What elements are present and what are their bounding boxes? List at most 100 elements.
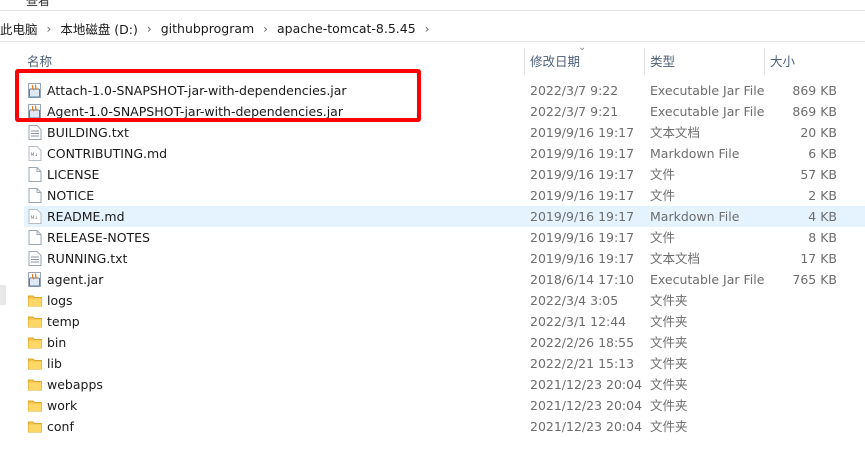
file-modified-date: 2019/9/16 19:17	[530, 209, 635, 224]
breadcrumb-current-folder[interactable]: apache-tomcat-8.5.45	[274, 21, 419, 36]
file-name: logs	[47, 293, 73, 308]
column-header-name[interactable]: 名称	[27, 45, 52, 75]
svg-text:M↓: M↓	[31, 215, 39, 221]
file-name: NOTICE	[47, 188, 95, 203]
file-row[interactable]: RUNNING.txt 2019/9/16 19:17 文本文档 17 KB	[24, 248, 865, 269]
file-type: 文件夹	[650, 314, 688, 329]
file-modified-date: 2019/9/16 19:17	[530, 146, 635, 161]
markdown-file-icon: M↓	[28, 209, 42, 224]
folder-icon	[28, 398, 42, 413]
file-type: 文件夹	[650, 293, 688, 308]
file-row[interactable]: RELEASE-NOTES 2019/9/16 19:17 文件 8 KB	[24, 227, 865, 248]
file-name: BUILDING.txt	[47, 125, 129, 140]
navigation-pane-scroll-edge[interactable]	[0, 285, 6, 305]
file-type: 文件夹	[650, 398, 688, 413]
file-type: Markdown File	[650, 146, 740, 161]
file-row[interactable]: agent.jar 2018/6/14 17:10 Executable Jar F…	[24, 269, 865, 290]
view-menu-tab[interactable]: 查看	[26, 0, 50, 9]
column-header-type[interactable]: 类型	[650, 45, 675, 75]
column-header-date[interactable]: 修改日期	[530, 45, 580, 75]
file-row[interactable]: M↓ README.md 2019/9/16 19:17 Markdown File 4…	[24, 206, 865, 227]
column-divider[interactable]	[764, 48, 765, 75]
file-type: 文件夹	[650, 356, 688, 371]
folder-icon	[28, 377, 42, 392]
file-modified-date: 2019/9/16 19:17	[530, 251, 635, 266]
chevron-right-icon[interactable]: ›	[41, 22, 58, 36]
file-name: CONTRIBUTING.md	[47, 146, 168, 161]
markdown-file-icon: M↓	[28, 146, 42, 161]
file-row[interactable]: conf 2021/12/23 20:04 文件夹	[24, 416, 865, 437]
file-type: 文本文档	[650, 125, 701, 140]
folder-icon	[28, 419, 42, 434]
file-row[interactable]: BUILDING.txt 2019/9/16 19:17 文本文档 20 KB	[24, 122, 865, 143]
file-size: 20 KB	[800, 125, 837, 140]
file-type: Executable Jar File	[650, 104, 765, 119]
file-row[interactable]: Attach-1.0-SNAPSHOT-jar-with-dependencie…	[24, 80, 865, 101]
file-row[interactable]: Agent-1.0-SNAPSHOT-jar-with-dependencies…	[24, 101, 865, 122]
file-type: 文件夹	[650, 419, 688, 434]
file-modified-date: 2022/3/4 3:05	[530, 293, 619, 308]
file-modified-date: 2022/3/1 12:44	[530, 314, 627, 329]
address-bar[interactable]: 此电脑 › 本地磁盘 (D:) › githubprogram › apache…	[0, 15, 865, 42]
text-file-icon	[28, 125, 42, 140]
file-type: 文件	[650, 188, 676, 203]
file-modified-date: 2019/9/16 19:17	[530, 125, 635, 140]
text-file-icon	[28, 251, 42, 266]
file-name: work	[47, 398, 78, 413]
file-name: webapps	[47, 377, 103, 392]
file-type: 文件	[650, 230, 676, 245]
file-name: Agent-1.0-SNAPSHOT-jar-with-dependencies…	[47, 104, 343, 119]
file-modified-date: 2022/3/7 9:22	[530, 83, 619, 98]
breadcrumb-folder[interactable]: githubprogram	[158, 21, 257, 36]
breadcrumb: 此电脑 › 本地磁盘 (D:) › githubprogram › apache…	[0, 19, 435, 38]
jar-icon	[28, 272, 42, 287]
file-row[interactable]: logs 2022/3/4 3:05 文件夹	[24, 290, 865, 311]
folder-icon	[28, 356, 42, 371]
file-name: bin	[47, 335, 67, 350]
file-type: Executable Jar File	[650, 272, 765, 287]
file-name: agent.jar	[47, 272, 104, 287]
file-row[interactable]: bin 2022/2/26 18:55 文件夹	[24, 332, 865, 353]
column-divider[interactable]	[524, 48, 525, 75]
file-name: conf	[47, 419, 74, 434]
column-divider[interactable]	[644, 48, 645, 75]
svg-text:M↓: M↓	[31, 152, 39, 158]
file-modified-date: 2022/3/7 9:21	[530, 104, 619, 119]
breadcrumb-drive[interactable]: 本地磁盘 (D:)	[57, 19, 141, 38]
file-size: 6 KB	[808, 146, 837, 161]
file-name: lib	[47, 356, 62, 371]
folder-icon	[28, 293, 42, 308]
chevron-right-icon[interactable]: ›	[419, 22, 436, 36]
file-size: 8 KB	[808, 230, 837, 245]
file-modified-date: 2022/2/21 15:13	[530, 356, 635, 371]
file-row[interactable]: NOTICE 2019/9/16 19:17 文件 2 KB	[24, 185, 865, 206]
folder-icon	[28, 314, 42, 329]
chevron-right-icon[interactable]: ›	[257, 22, 274, 36]
file-row[interactable]: temp 2022/3/1 12:44 文件夹	[24, 311, 865, 332]
file-row[interactable]: LICENSE 2019/9/16 19:17 文件 57 KB	[24, 164, 865, 185]
file-size: 57 KB	[800, 167, 837, 182]
column-header-size[interactable]: 大小	[770, 45, 795, 75]
jar-icon	[28, 104, 42, 119]
file-row[interactable]: M↓ CONTRIBUTING.md 2019/9/16 19:17 Markdown…	[24, 143, 865, 164]
file-type: 文件	[650, 167, 676, 182]
file-size: 869 KB	[792, 83, 837, 98]
file-modified-date: 2018/6/14 17:10	[530, 272, 635, 287]
file-type: 文本文档	[650, 251, 701, 266]
file-modified-date: 2021/12/23 20:04	[530, 377, 643, 392]
file-modified-date: 2019/9/16 19:17	[530, 167, 635, 182]
blank-file-icon	[28, 167, 42, 182]
jar-icon	[28, 83, 42, 98]
file-modified-date: 2021/12/23 20:04	[530, 398, 643, 413]
file-modified-date: 2021/12/23 20:04	[530, 419, 643, 434]
blank-file-icon	[28, 188, 42, 203]
column-header-row: 名称 ⌄ 修改日期 类型 大小	[0, 42, 865, 75]
breadcrumb-this-pc[interactable]: 此电脑	[0, 19, 41, 38]
file-size: 765 KB	[792, 272, 837, 287]
file-row[interactable]: lib 2022/2/21 15:13 文件夹	[24, 353, 865, 374]
chevron-right-icon[interactable]: ›	[141, 22, 158, 36]
file-row[interactable]: work 2021/12/23 20:04 文件夹	[24, 395, 865, 416]
file-row[interactable]: webapps 2021/12/23 20:04 文件夹	[24, 374, 865, 395]
folder-icon	[28, 335, 42, 350]
file-name: README.md	[47, 209, 125, 224]
